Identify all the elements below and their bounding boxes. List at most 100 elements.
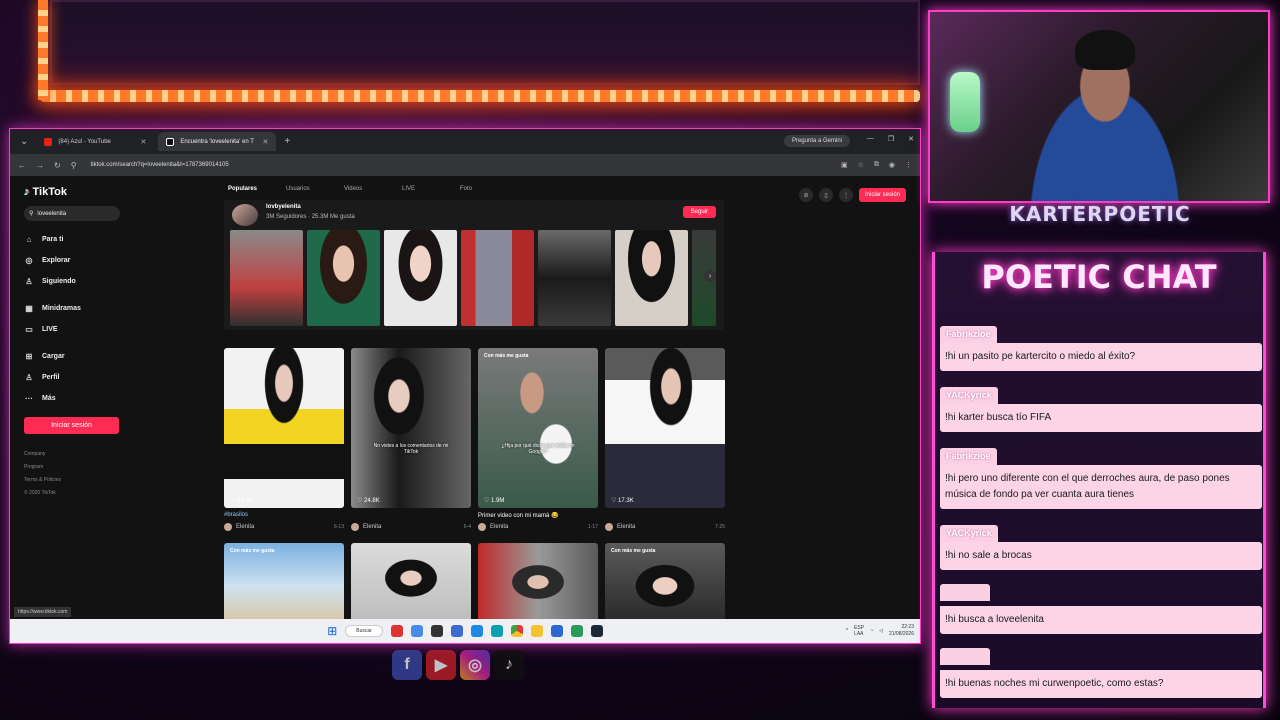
tab-usuarios[interactable]: Usuarios bbox=[286, 186, 344, 196]
menu-icon[interactable]: ⋮ bbox=[905, 161, 912, 169]
gemini-button[interactable]: Pregunta a Gemini bbox=[783, 135, 850, 147]
nav-item-minidramas[interactable]: ▦ Minidramas bbox=[24, 298, 130, 319]
video-author[interactable]: Elenita 1-17 bbox=[478, 523, 598, 531]
restore-icon[interactable]: ❐ bbox=[888, 135, 894, 143]
video-card[interactable]: Con más me gusta bbox=[605, 543, 725, 619]
avatar[interactable] bbox=[232, 204, 258, 226]
video-thumbnail[interactable]: ♡ 17.3K bbox=[605, 348, 725, 508]
app-icon[interactable] bbox=[490, 625, 503, 637]
language-indicator[interactable]: ESP LAA bbox=[854, 625, 864, 637]
user-video-thumb[interactable] bbox=[538, 230, 611, 326]
nav-item-más[interactable]: ··· Más bbox=[24, 388, 130, 409]
close-window-icon[interactable]: ✕ bbox=[908, 135, 914, 143]
video-card[interactable] bbox=[478, 543, 598, 619]
user-video-thumb[interactable] bbox=[230, 230, 303, 326]
chat-text: !hi buenas noches mi curwenpoetic, como … bbox=[940, 670, 1262, 698]
app-icon[interactable] bbox=[450, 625, 463, 637]
nav-item-perfil[interactable]: ♙ Perfil bbox=[24, 367, 130, 388]
video-card[interactable] bbox=[351, 543, 471, 619]
tab-videos[interactable]: Videos bbox=[344, 186, 402, 196]
search-value: loveelenita bbox=[37, 210, 67, 217]
footer-link[interactable]: Terms & Policies bbox=[24, 474, 130, 487]
app-icon[interactable] bbox=[470, 625, 483, 637]
search-input[interactable]: ⚲ loveelenita bbox=[24, 206, 120, 221]
video-thumbnail[interactable]: ♡ 24.5K bbox=[224, 348, 344, 508]
minimize-icon[interactable]: — bbox=[867, 135, 874, 143]
video-card[interactable]: No vistes a los comentarios de mi TikTok… bbox=[351, 348, 471, 531]
video-card[interactable]: Con más me gusta bbox=[224, 543, 344, 619]
site-info-icon[interactable]: ⚲ bbox=[71, 161, 77, 170]
video-card[interactable]: Con más me gusta ¿Hija por qué dices que … bbox=[478, 348, 598, 531]
video-description[interactable] bbox=[605, 512, 725, 520]
windows-start-icon[interactable]: ⊞ bbox=[327, 624, 337, 638]
app-icon[interactable] bbox=[410, 625, 423, 637]
login-button-sidebar[interactable]: Iniciar sesión bbox=[24, 417, 119, 434]
app-icon[interactable] bbox=[570, 625, 583, 637]
clock[interactable]: 22:23 21/08/2026 bbox=[889, 624, 914, 638]
video-card[interactable]: ♡ 17.3K Elenita 7-25 bbox=[605, 348, 725, 531]
video-description[interactable] bbox=[351, 512, 471, 520]
close-icon[interactable]: ✕ bbox=[141, 138, 147, 146]
tab-youtube[interactable]: (84) Azul - YouTube ✕ bbox=[36, 132, 154, 151]
video-author[interactable]: Elenita 6-13 bbox=[224, 523, 344, 531]
tab-foto[interactable]: Foto bbox=[460, 186, 518, 196]
star-icon[interactable]: ☆ bbox=[858, 161, 864, 169]
user-video-thumb[interactable] bbox=[384, 230, 457, 326]
video-author[interactable]: Elenita 6-4 bbox=[351, 523, 471, 531]
user-name[interactable]: lovbyelenita bbox=[266, 204, 301, 210]
nav-item-siguiendo[interactable]: ♙ Siguiendo bbox=[24, 271, 130, 292]
reload-icon[interactable]: ↻ bbox=[54, 161, 61, 170]
user-video-thumb[interactable] bbox=[307, 230, 380, 326]
nav-item-cargar[interactable]: ⊞ Cargar bbox=[24, 346, 130, 367]
tiktok-logo[interactable]: ♪ TikTok bbox=[24, 186, 130, 198]
wifi-icon[interactable]: ◔ bbox=[870, 628, 873, 634]
forward-icon[interactable]: → bbox=[36, 161, 44, 170]
taskbar-search[interactable]: Buscar bbox=[345, 625, 383, 637]
user-video-thumb[interactable] bbox=[461, 230, 534, 326]
tab-populares[interactable]: Populares bbox=[228, 186, 286, 196]
video-author[interactable]: Elenita 7-25 bbox=[605, 523, 725, 531]
app-icon[interactable] bbox=[430, 625, 443, 637]
steam-icon[interactable] bbox=[590, 625, 603, 637]
lens-icon[interactable]: ▣ bbox=[841, 161, 848, 169]
back-icon[interactable]: ← bbox=[18, 161, 26, 170]
folder-icon[interactable] bbox=[530, 625, 543, 637]
follow-button[interactable]: Seguir bbox=[682, 206, 716, 218]
phone-icon[interactable]: ▯ bbox=[818, 188, 833, 202]
video-thumbnail[interactable]: Con más me gusta bbox=[224, 543, 344, 619]
footer-link[interactable]: Company bbox=[24, 448, 130, 461]
profile-icon[interactable]: ◉ bbox=[889, 161, 895, 169]
tab-tiktok[interactable]: Encuentra 'loveelenita' en T ✕ bbox=[158, 132, 277, 151]
nav-item-live[interactable]: ▭ LIVE bbox=[24, 319, 130, 340]
chevron-right-icon[interactable]: › bbox=[704, 270, 716, 282]
clock-date: 21/08/2026 bbox=[888, 631, 914, 637]
coin-icon[interactable]: ⊘ bbox=[798, 188, 813, 202]
nav-item-explorar[interactable]: ◎ Explorar bbox=[24, 250, 130, 271]
video-date: 6-13 bbox=[333, 524, 344, 530]
url-field[interactable]: tiktok.com/search?q=loveelenita&t=178736… bbox=[91, 162, 831, 168]
user-video-thumb[interactable] bbox=[615, 230, 688, 326]
tab-live[interactable]: LIVE bbox=[402, 186, 460, 196]
app-icon[interactable] bbox=[550, 625, 563, 637]
footer-link[interactable]: Program bbox=[24, 461, 130, 474]
more-options-icon[interactable]: ⋮ bbox=[838, 188, 853, 202]
video-thumbnail[interactable] bbox=[478, 543, 598, 619]
new-tab-button[interactable]: + bbox=[280, 136, 294, 147]
app-icon[interactable] bbox=[390, 625, 403, 637]
chrome-icon[interactable] bbox=[510, 625, 523, 637]
chevron-up-icon[interactable]: ^ bbox=[846, 628, 848, 634]
video-thumbnail[interactable] bbox=[351, 543, 471, 619]
user-result-card[interactable]: lovbyelenita 3M Seguidores · 25.3M Me gu… bbox=[224, 200, 724, 330]
video-description[interactable]: #brasilos bbox=[224, 512, 344, 520]
extensions-icon[interactable]: ⧉ bbox=[874, 161, 879, 169]
close-icon[interactable]: ✕ bbox=[263, 138, 269, 146]
video-thumbnail[interactable]: Con más me gusta bbox=[605, 543, 725, 619]
tab-menu-icon[interactable]: ⌄ bbox=[16, 136, 32, 147]
nav-item-para-ti[interactable]: ⌂ Para ti bbox=[24, 229, 130, 250]
video-thumbnail[interactable]: Con más me gusta ¿Hija por qué dices que … bbox=[478, 348, 598, 508]
login-button-header[interactable]: Iniciar sesión bbox=[858, 188, 906, 202]
video-description[interactable]: Primer video con mi mamá 😂 bbox=[478, 512, 598, 520]
volume-icon[interactable]: ◁ bbox=[879, 628, 883, 634]
video-thumbnail[interactable]: No vistes a los comentarios de mi TikTok… bbox=[351, 348, 471, 508]
video-card[interactable]: ♡ 24.5K #brasilos Elenita 6-13 bbox=[224, 348, 344, 531]
